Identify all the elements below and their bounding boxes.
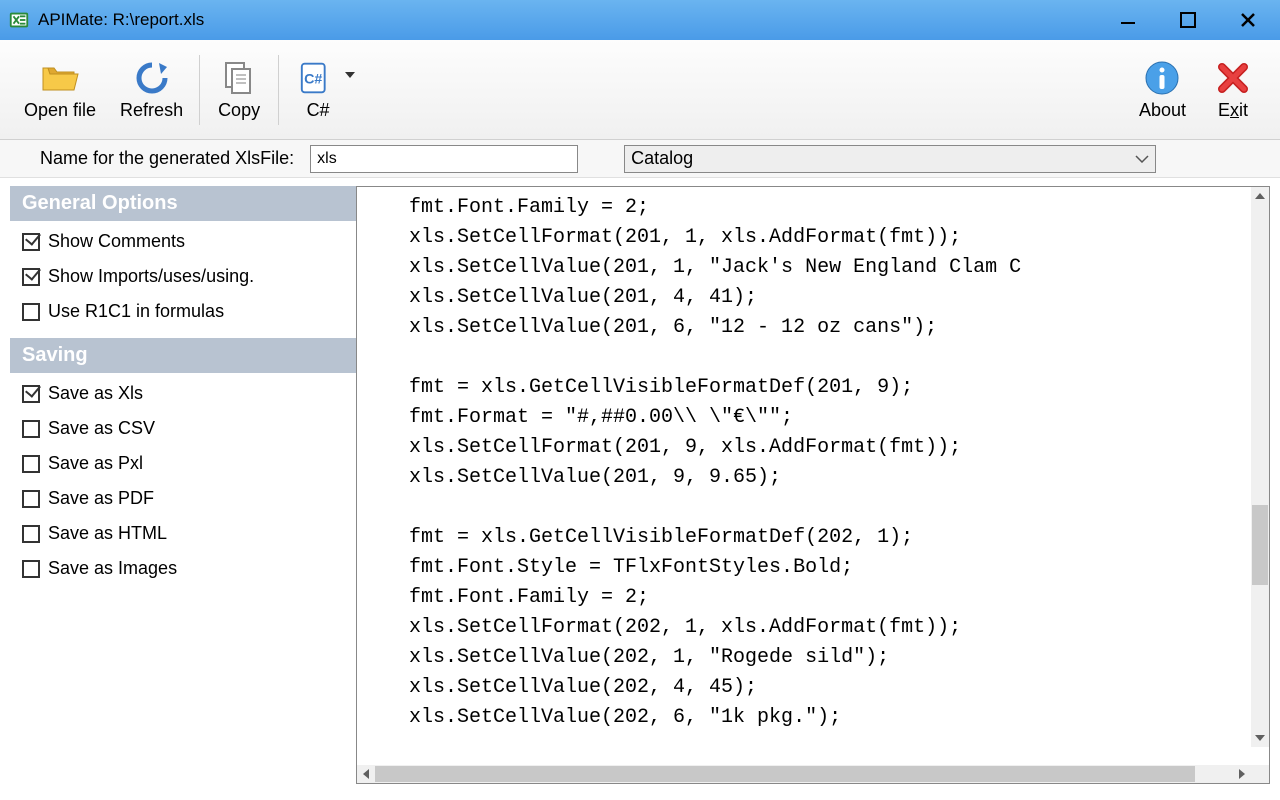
checkbox-label: Save as PDF xyxy=(48,488,154,509)
language-button[interactable]: C# C# xyxy=(283,54,353,125)
general-options-header: General Options xyxy=(10,186,356,221)
checkbox-label: Save as Xls xyxy=(48,383,143,404)
scroll-up-icon[interactable] xyxy=(1251,187,1269,205)
checkbox-option[interactable]: Use R1C1 in formulas xyxy=(22,301,344,322)
app-icon xyxy=(8,9,30,31)
folder-open-icon xyxy=(40,58,80,98)
open-file-button[interactable]: Open file xyxy=(12,54,108,125)
code-text[interactable]: fmt.Font.Family = 2; xls.SetCellFormat(2… xyxy=(357,187,1269,739)
scroll-thumb[interactable] xyxy=(375,766,1195,782)
checkbox-icon xyxy=(22,420,40,438)
title-bar: APIMate: R:\report.xls xyxy=(0,0,1280,40)
combo-value: Catalog xyxy=(631,148,693,169)
scroll-left-icon[interactable] xyxy=(357,769,375,779)
scroll-down-icon[interactable] xyxy=(1251,729,1269,747)
checkbox-label: Save as CSV xyxy=(48,418,155,439)
checkbox-label: Save as Images xyxy=(48,558,177,579)
about-button[interactable]: About xyxy=(1127,54,1198,125)
checkbox-label: Use R1C1 in formulas xyxy=(48,301,224,322)
svg-text:C#: C# xyxy=(304,72,322,88)
scroll-right-icon[interactable] xyxy=(1233,769,1251,779)
checkbox-icon xyxy=(22,525,40,543)
checkbox-option[interactable]: Save as Pxl xyxy=(22,453,344,474)
copy-button[interactable]: Copy xyxy=(204,54,274,125)
csharp-icon: C# xyxy=(298,58,338,98)
checkbox-label: Show Imports/uses/using. xyxy=(48,266,254,287)
code-panel: fmt.Font.Family = 2; xls.SetCellFormat(2… xyxy=(356,186,1270,784)
checkbox-icon xyxy=(22,490,40,508)
window-controls xyxy=(1112,4,1272,36)
vertical-scrollbar[interactable] xyxy=(1251,187,1269,747)
checkbox-icon xyxy=(22,303,40,321)
code-area[interactable]: fmt.Font.Family = 2; xls.SetCellFormat(2… xyxy=(357,187,1269,765)
checkbox-icon xyxy=(22,455,40,473)
toolbar-separator xyxy=(199,55,200,125)
refresh-icon xyxy=(132,58,172,98)
open-file-label: Open file xyxy=(24,100,96,121)
refresh-button[interactable]: Refresh xyxy=(108,54,195,125)
checkbox-option[interactable]: Save as CSV xyxy=(22,418,344,439)
checkbox-option[interactable]: Show Comments xyxy=(22,231,344,252)
checkbox-option[interactable]: Save as Images xyxy=(22,558,344,579)
saving-header: Saving xyxy=(10,338,356,373)
maximize-button[interactable] xyxy=(1172,4,1204,36)
checkbox-icon xyxy=(22,233,40,251)
checkbox-option[interactable]: Show Imports/uses/using. xyxy=(22,266,344,287)
checkbox-label: Save as HTML xyxy=(48,523,167,544)
language-label: C# xyxy=(307,100,330,121)
about-label: About xyxy=(1139,100,1186,121)
scroll-thumb[interactable] xyxy=(1252,505,1268,585)
main-area: General Options Show Comments Show Import… xyxy=(0,178,1280,800)
toolbar-separator xyxy=(278,55,279,125)
checkbox-option[interactable]: Save as HTML xyxy=(22,523,344,544)
toolbar: Open file Refresh xyxy=(0,40,1280,140)
info-icon xyxy=(1142,58,1182,98)
checkbox-icon xyxy=(22,560,40,578)
checkbox-icon xyxy=(22,385,40,403)
exit-button[interactable]: Exit xyxy=(1198,54,1268,125)
checkbox-option[interactable]: Save as PDF xyxy=(22,488,344,509)
minimize-button[interactable] xyxy=(1112,4,1144,36)
refresh-label: Refresh xyxy=(120,100,183,121)
options-panel: General Options Show Comments Show Import… xyxy=(10,186,356,784)
checkbox-icon xyxy=(22,268,40,286)
sheet-combo[interactable]: Catalog xyxy=(624,145,1156,173)
close-button[interactable] xyxy=(1232,4,1264,36)
copy-icon xyxy=(219,58,259,98)
exit-label: Exit xyxy=(1218,100,1248,121)
xlsfile-name-input[interactable] xyxy=(310,145,578,173)
dropdown-arrow-icon xyxy=(345,72,355,78)
checkbox-label: Save as Pxl xyxy=(48,453,143,474)
name-label: Name for the generated XlsFile: xyxy=(12,148,294,169)
input-row: Name for the generated XlsFile: Catalog xyxy=(0,140,1280,178)
window-title: APIMate: R:\report.xls xyxy=(38,10,204,30)
chevron-down-icon xyxy=(1135,155,1149,163)
checkbox-option[interactable]: Save as Xls xyxy=(22,383,344,404)
horizontal-scrollbar[interactable] xyxy=(357,765,1269,783)
copy-label: Copy xyxy=(218,100,260,121)
close-x-icon xyxy=(1213,58,1253,98)
checkbox-label: Show Comments xyxy=(48,231,185,252)
